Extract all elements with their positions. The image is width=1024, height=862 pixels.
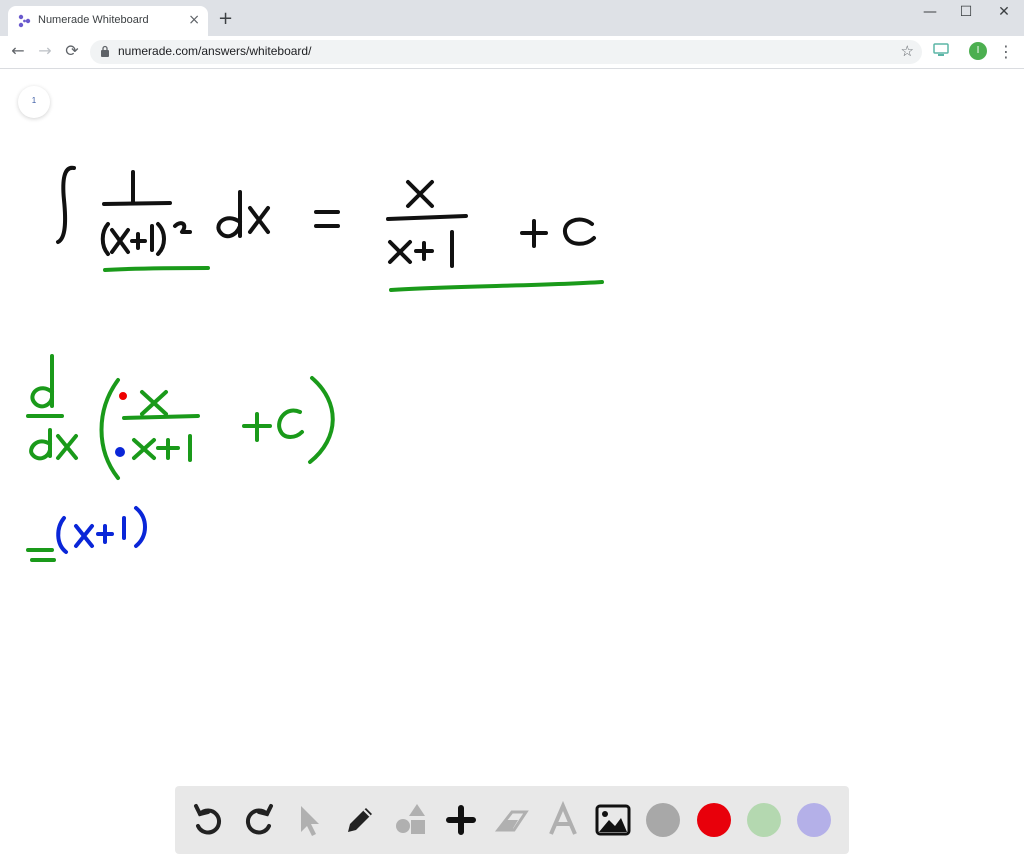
eraser-icon[interactable] — [492, 800, 532, 840]
select-icon[interactable] — [289, 800, 329, 840]
color-swatch-green[interactable] — [747, 803, 781, 837]
color-swatch-purple[interactable] — [797, 803, 831, 837]
pen-icon[interactable] — [340, 800, 380, 840]
red-dot — [119, 392, 127, 400]
text-icon[interactable] — [543, 800, 583, 840]
undo-icon[interactable] — [188, 800, 228, 840]
underline-marks — [103, 266, 604, 292]
add-icon[interactable] — [441, 800, 481, 840]
handwritten-math — [26, 165, 604, 562]
redo-icon[interactable] — [239, 800, 279, 840]
integral-expression — [56, 165, 596, 268]
image-icon[interactable] — [593, 800, 633, 840]
shapes-icon[interactable] — [391, 800, 431, 840]
color-swatch-gray[interactable] — [646, 803, 680, 837]
derivative-expression — [26, 354, 335, 562]
color-swatch-red[interactable] — [697, 803, 731, 837]
whiteboard-toolbar — [175, 786, 849, 854]
blue-annotation — [56, 447, 147, 554]
